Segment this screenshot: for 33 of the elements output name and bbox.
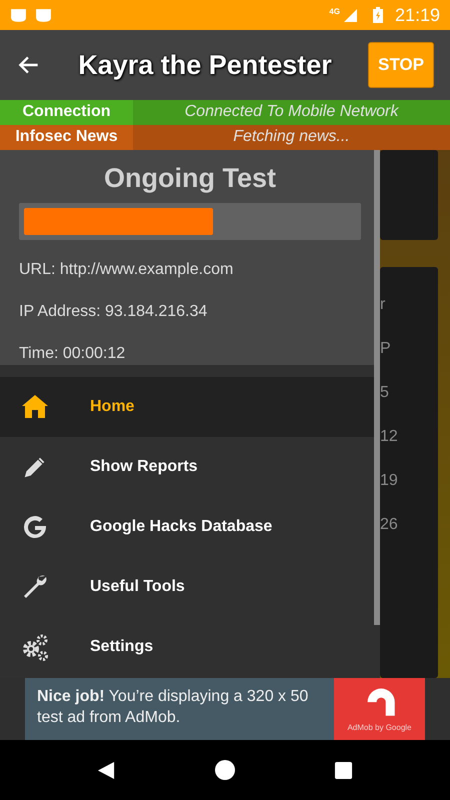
calendar-text: P <box>380 339 392 359</box>
notification-icon <box>35 8 52 22</box>
battery-icon <box>372 7 383 23</box>
clock: 21:19 <box>394 4 440 26</box>
ad-banner[interactable]: Nice job! You’re displaying a 320 x 50 test ad from AdMob. AdMob by Google <box>25 678 425 740</box>
ad-text: Nice job! You’re displaying a 320 x 50 test ad from AdMob. <box>36 687 310 728</box>
calendar-text: 12 <box>380 427 399 447</box>
ad-logo-caption: AdMob by Google <box>347 722 412 734</box>
menu-item[interactable]: Settings <box>0 617 374 677</box>
home-nav-icon[interactable] <box>214 760 235 780</box>
calendar-text: 19 <box>380 471 399 491</box>
menu-item[interactable]: Home <box>0 377 374 437</box>
notification-icon <box>10 8 27 22</box>
menu-item[interactable]: Useful Tools <box>0 557 374 617</box>
drawer-title: Ongoing Test <box>103 162 277 195</box>
signal-icon <box>344 8 357 22</box>
menu-item[interactable]: Google Hacks Database <box>0 497 374 557</box>
app-title: Kayra the Pentester <box>77 48 333 82</box>
status-label: Connection <box>0 100 133 125</box>
calendar-text: r <box>380 295 386 315</box>
menu-item[interactable]: Show Reports <box>0 437 374 497</box>
test-info-text: URL: http://www.example.com <box>19 260 234 280</box>
test-info-text: Time: 00:00:12 <box>19 344 126 364</box>
back-nav-icon[interactable] <box>97 760 116 780</box>
status-value: Fetching news... <box>133 125 450 150</box>
network-type-label: 4G <box>329 6 340 18</box>
calendar-text: 5 <box>380 383 390 403</box>
gears-icon <box>20 632 50 662</box>
test-info-text: IP Address: 93.184.216.34 <box>19 302 208 322</box>
calendar-text: 26 <box>380 515 399 535</box>
recents-nav-icon[interactable] <box>334 760 353 780</box>
status-label: Infosec News <box>0 125 133 150</box>
status-value: Connected To Mobile Network <box>133 100 450 125</box>
